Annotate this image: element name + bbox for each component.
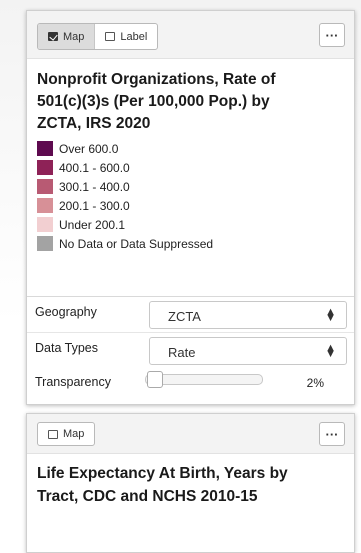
legend-swatch: [37, 160, 53, 175]
transparency-slider[interactable]: [145, 371, 263, 388]
data-types-row: Data Types Rate ▲ ▼: [27, 332, 354, 368]
updown-chevrons-icon: ▲ ▼: [325, 342, 336, 360]
legend-item: 400.1 - 600.0: [37, 158, 354, 177]
map-toggle-button[interactable]: Map: [38, 423, 94, 445]
transparency-label: Transparency: [35, 375, 111, 389]
legend-swatch: [37, 141, 53, 156]
legend-swatch: [37, 217, 53, 232]
ellipsis-icon: ···: [325, 426, 339, 442]
checkbox-unchecked-icon: [48, 429, 58, 439]
panel-header: Map ···: [27, 414, 354, 454]
map-toggle-label: Map: [63, 428, 85, 440]
layer-title: Nonprofit Organizations, Rate of 501(c)(…: [37, 71, 276, 132]
map-toggle-button[interactable]: Map: [38, 24, 95, 49]
more-options-button[interactable]: ···: [319, 23, 345, 47]
legend-item: 200.1 - 300.0: [37, 196, 354, 215]
ellipsis-icon: ···: [325, 27, 339, 43]
data-types-select[interactable]: Rate ▲ ▼: [149, 337, 347, 365]
legend-label: 200.1 - 300.0: [59, 198, 130, 213]
legend-label: Under 200.1: [59, 217, 126, 232]
legend-item: 300.1 - 400.0: [37, 177, 354, 196]
legend-label: No Data or Data Suppressed: [59, 236, 214, 251]
map-label-toggle: Map Label: [37, 23, 159, 50]
layer-panel-nonprofit: Map Label ··· Nonprofit Organizations, R…: [26, 10, 355, 405]
data-types-label: Data Types: [35, 341, 99, 355]
geography-label: Geography: [35, 305, 97, 319]
label-toggle-button[interactable]: Label: [94, 24, 157, 49]
map-toggle-label: Map: [63, 30, 85, 43]
layer-panel-life-expectancy: Map ··· Life Expectancy At Birth, Years …: [26, 413, 355, 553]
legend-swatch: [37, 236, 53, 251]
legend-label: Over 600.0: [59, 141, 119, 156]
layer-controls: Geography ZCTA ▲ ▼ Data Types Rate ▲ ▼ Tra…: [27, 296, 354, 396]
label-toggle-label: Label: [120, 30, 148, 43]
panel-header: Map Label ···: [27, 11, 354, 59]
checkbox-unchecked-icon: [105, 32, 116, 41]
legend-label: 300.1 - 400.0: [59, 179, 130, 194]
geography-select[interactable]: ZCTA ▲ ▼: [149, 301, 347, 329]
slider-handle[interactable]: [147, 371, 164, 388]
geography-row: Geography ZCTA ▲ ▼: [27, 296, 354, 332]
transparency-value: 2%: [306, 376, 324, 390]
geography-value: ZCTA: [168, 309, 201, 324]
legend-item: Over 600.0: [37, 139, 354, 158]
legend-item: No Data or Data Suppressed: [37, 234, 354, 253]
layer-title: Life Expectancy At Birth, Years by Tract…: [37, 465, 288, 505]
legend-swatch: [37, 179, 53, 194]
legend-item: Under 200.1: [37, 215, 354, 234]
legend-label: 400.1 - 600.0: [59, 160, 130, 175]
legend-swatch: [37, 198, 53, 213]
more-options-button[interactable]: ···: [319, 422, 345, 446]
updown-chevrons-icon: ▲ ▼: [325, 306, 336, 324]
legend: Over 600.0 400.1 - 600.0 300.1 - 400.0 2…: [27, 139, 354, 253]
checkbox-checked-icon: [48, 32, 58, 41]
transparency-row: Transparency 2%: [27, 368, 354, 396]
map-toggle: Map: [37, 422, 96, 446]
data-types-value: Rate: [168, 345, 196, 360]
